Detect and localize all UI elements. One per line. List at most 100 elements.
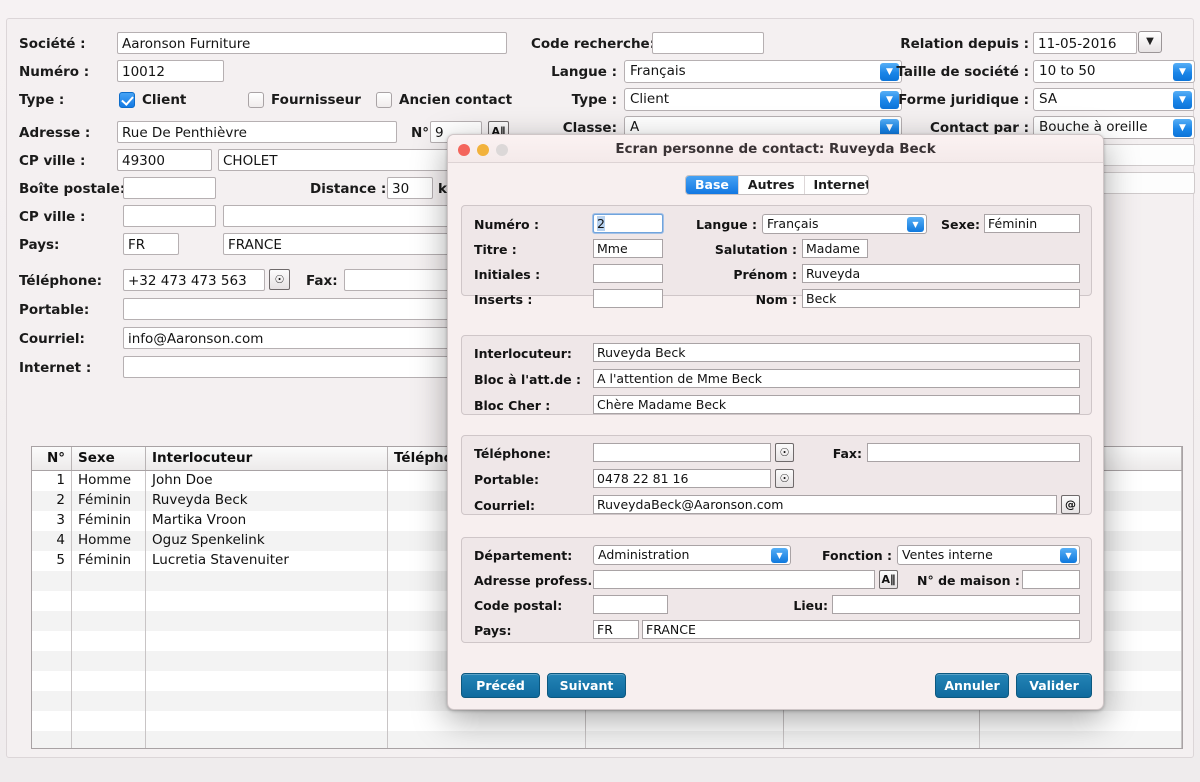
langue-label: Langue : <box>667 216 757 234</box>
dial-phone-icon[interactable]: ☉ <box>269 269 290 290</box>
checkbox-ancien-contact[interactable] <box>376 92 392 108</box>
chevron-down-icon[interactable]: ▼ <box>907 217 924 232</box>
pays-name-input[interactable]: FRANCE <box>642 620 1080 639</box>
telephone-input[interactable]: +32 473 473 563 <box>123 269 265 291</box>
societe-input[interactable]: Aaronson Furniture <box>117 32 507 54</box>
distance-input[interactable]: 30 <box>387 177 433 199</box>
column-header-num[interactable]: N° <box>32 447 72 470</box>
cell-empty <box>72 591 146 611</box>
numero-label: Numéro : <box>19 62 89 82</box>
prenom-input[interactable]: Ruveyda <box>802 264 1080 283</box>
salutation-blocks-group: Interlocuteur: Ruveyda Beck Bloc à l'att… <box>461 335 1092 415</box>
salutation-input[interactable]: Madame <box>802 239 868 258</box>
initiales-input[interactable] <box>593 264 663 283</box>
tab-base[interactable]: Base <box>686 176 739 194</box>
cell-empty <box>32 591 72 611</box>
column-header-sexe[interactable]: ^ Sexe <box>72 447 146 470</box>
cp-input[interactable]: 49300 <box>117 149 212 171</box>
checkbox-fournisseur-label: Fournisseur <box>271 90 361 110</box>
cell-empty <box>388 711 586 731</box>
adresse-profess-input[interactable] <box>593 570 875 589</box>
adresse-input[interactable]: Rue De Penthièvre <box>117 121 397 143</box>
text-format-icon[interactable]: A∥ <box>879 570 898 589</box>
numero-maison-input[interactable] <box>1022 570 1080 589</box>
code-recherche-input[interactable] <box>652 32 764 54</box>
bloc-cher-input[interactable]: Chère Madame Beck <box>593 395 1080 414</box>
tab-autres[interactable]: Autres <box>739 176 805 194</box>
boite-postale-input[interactable] <box>123 177 216 199</box>
portable-input[interactable]: 0478 22 81 16 <box>593 469 771 488</box>
fonction-combo[interactable]: Ventes interne ▼ <box>897 545 1080 565</box>
chevron-down-icon[interactable]: ▼ <box>1173 119 1192 137</box>
next-button[interactable]: Suivant <box>547 673 626 698</box>
pays-code-input[interactable]: FR <box>593 620 639 639</box>
chevron-down-icon[interactable]: ▼ <box>1060 548 1077 563</box>
forme-juridique-combo[interactable]: SA ▼ <box>1033 88 1195 111</box>
validate-button[interactable]: Valider <box>1016 673 1092 698</box>
fax-label: Fax: <box>802 445 862 463</box>
fax-input[interactable] <box>867 443 1080 462</box>
dialog-title: Ecran personne de contact: Ruveyda Beck <box>448 135 1103 163</box>
classe-combo-value: A <box>630 119 639 135</box>
pays-label: Pays: <box>19 235 59 255</box>
lieu-label: Lieu: <box>762 597 828 615</box>
dialog-tabs[interactable]: Base Autres Internet <box>685 175 869 195</box>
dial-phone-icon[interactable]: ☉ <box>775 443 794 462</box>
cell-empty <box>72 711 146 731</box>
numero-input[interactable]: 2 <box>593 214 663 233</box>
cp-2-input[interactable] <box>123 205 216 227</box>
interlocuteur-input[interactable]: Ruveyda Beck <box>593 343 1080 362</box>
column-header-interlocuteur[interactable]: Interlocuteur <box>146 447 388 470</box>
cell-empty <box>146 651 388 671</box>
dialog-titlebar[interactable]: Ecran personne de contact: Ruveyda Beck <box>448 135 1103 163</box>
cell-num: 5 <box>32 551 72 571</box>
relation-depuis-label: Relation depuis : <box>837 34 1029 54</box>
nom-input[interactable]: Beck <box>802 289 1080 308</box>
cancel-button[interactable]: Annuler <box>935 673 1009 698</box>
previous-button[interactable]: Précéd <box>461 673 540 698</box>
dialog-body: Base Autres Internet Numéro : 2 Langue :… <box>448 163 1103 709</box>
bloc-attention-label: Bloc à l'att.de : <box>474 371 581 389</box>
adresse-label: Adresse : <box>19 123 90 143</box>
at-sign-icon[interactable]: @ <box>1061 495 1080 514</box>
titre-input[interactable]: Mme <box>593 239 663 258</box>
dial-phone-icon[interactable]: ☉ <box>775 469 794 488</box>
contact-person-dialog[interactable]: Ecran personne de contact: Ruveyda Beck … <box>447 134 1104 710</box>
checkbox-client[interactable] <box>119 92 135 108</box>
cell-num: 1 <box>32 471 72 491</box>
telephone-input[interactable] <box>593 443 771 462</box>
date-dropdown-icon[interactable]: ▼ <box>1138 31 1162 53</box>
taille-societe-combo[interactable]: 10 to 50 ▼ <box>1033 60 1195 83</box>
chevron-down-icon[interactable]: ▼ <box>1173 91 1192 109</box>
checkbox-fournisseur[interactable] <box>248 92 264 108</box>
inserts-input[interactable] <box>593 289 663 308</box>
langue-combo[interactable]: Français ▼ <box>762 214 927 234</box>
lieu-input[interactable] <box>832 595 1080 614</box>
cell-empty <box>980 731 1182 749</box>
tab-internet[interactable]: Internet <box>805 176 869 194</box>
cell-empty <box>72 651 146 671</box>
cell-interlocuteur: Oguz Spenkelink <box>146 531 388 551</box>
pays-code-input[interactable]: FR <box>123 233 179 255</box>
table-row-empty[interactable] <box>32 731 1182 749</box>
cell-empty <box>32 691 72 711</box>
courriel-label: Courriel: <box>474 497 535 515</box>
chevron-down-icon[interactable]: ▼ <box>1173 63 1192 81</box>
sexe-input[interactable]: Féminin <box>984 214 1080 233</box>
courriel-input[interactable]: RuveydaBeck@Aaronson.com <box>593 495 1057 514</box>
table-row-empty[interactable] <box>32 711 1182 731</box>
professional-group: Département: Administration ▼ Fonction :… <box>461 537 1092 643</box>
cell-num: 2 <box>32 491 72 511</box>
cell-empty <box>32 611 72 631</box>
cell-interlocuteur: Ruveyda Beck <box>146 491 388 511</box>
fax-label: Fax: <box>306 271 338 291</box>
departement-combo[interactable]: Administration ▼ <box>593 545 791 565</box>
relation-depuis-input[interactable]: 11-05-2016 <box>1033 32 1137 54</box>
chevron-down-icon[interactable]: ▼ <box>771 548 788 563</box>
numero-input[interactable]: 10012 <box>117 60 224 82</box>
bloc-cher-label: Bloc Cher : <box>474 397 550 415</box>
forme-juridique-label: Forme juridique : <box>837 90 1029 110</box>
bloc-attention-input[interactable]: A l'attention de Mme Beck <box>593 369 1080 388</box>
code-postal-input[interactable] <box>593 595 668 614</box>
langue-value: Français <box>767 216 819 231</box>
